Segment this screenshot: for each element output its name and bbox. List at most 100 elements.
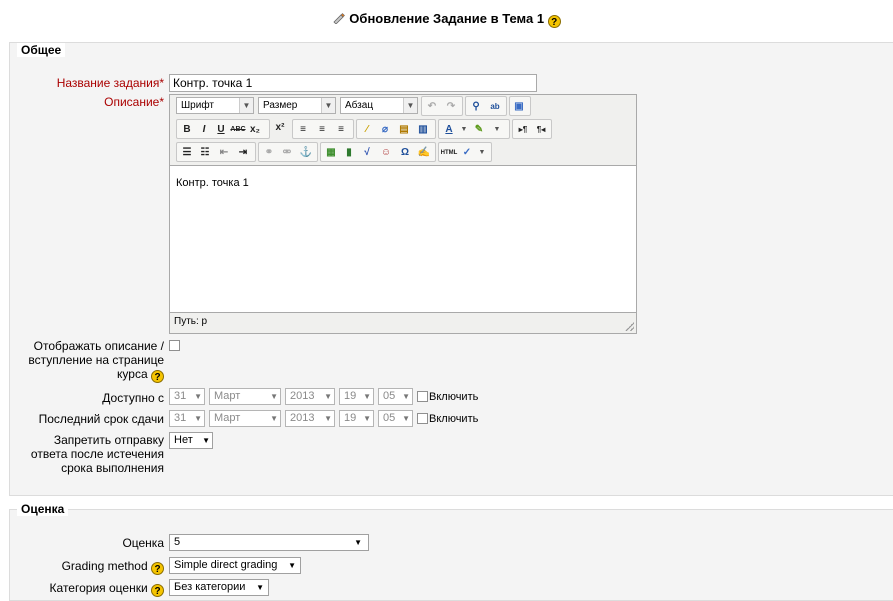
- numbered-list-icon[interactable]: ☷: [197, 145, 213, 161]
- align-right-icon[interactable]: ≡: [333, 122, 349, 138]
- find-icon[interactable]: ⚲: [468, 99, 484, 115]
- media-icon[interactable]: ▮: [341, 145, 357, 161]
- align-left-icon[interactable]: ≡: [295, 122, 311, 138]
- unlink-icon[interactable]: ⚮: [279, 145, 295, 161]
- bullet-list-icon[interactable]: ☰: [179, 145, 195, 161]
- undo-icon[interactable]: ↶: [424, 99, 440, 115]
- insert-group: ▦ ▮ √ ☺ Ω ✍: [320, 142, 436, 162]
- chevron-down-icon[interactable]: ▼: [456, 122, 472, 138]
- paste-word-icon[interactable]: ▥: [415, 122, 431, 138]
- anchor-icon[interactable]: ⚓: [298, 145, 314, 161]
- rich-text-editor: Шрифт ▼ Размер ▼ Абзац ▼ ↶ ↷ ⚲ ab ▣ B I U A…: [169, 94, 637, 334]
- edit-icon: [333, 13, 346, 24]
- text-style-group: B I U ABC x₂: [176, 119, 270, 139]
- prevent-late-label: Запретить отправку ответа после истечени…: [30, 433, 164, 475]
- image-icon[interactable]: ▦: [323, 145, 339, 161]
- prevent-late-select[interactable]: Нет ▼: [169, 432, 213, 449]
- ltr-icon[interactable]: ▸¶: [515, 122, 531, 138]
- replace-icon[interactable]: ab: [487, 99, 503, 115]
- available-day-select[interactable]: 31 ▼: [169, 388, 205, 405]
- nolink-icon[interactable]: ✍: [416, 145, 432, 161]
- available-enable-checkbox[interactable]: [417, 391, 428, 402]
- editor-content-text: Контр. точка 1: [176, 177, 249, 189]
- equation-icon[interactable]: √: [359, 145, 375, 161]
- show-description-label: Отображать описание / вступление на стра…: [28, 339, 164, 383]
- chevron-down-icon[interactable]: ▼: [489, 122, 505, 138]
- page-title: Обновление Задание в Тема 1 ?: [0, 11, 893, 28]
- redo-icon[interactable]: ↷: [443, 99, 459, 115]
- assignment-name-input[interactable]: [169, 74, 537, 92]
- html-group: HTML ✓ ▼: [438, 142, 492, 162]
- alignment-group: ≡ ≡ ≡: [292, 119, 354, 139]
- paste-text-icon[interactable]: ▤: [396, 122, 412, 138]
- available-minute-select[interactable]: 05 ▼: [378, 388, 413, 405]
- link-group: ⚭ ⚮ ⚓: [258, 142, 318, 162]
- html-source-icon[interactable]: HTML: [440, 145, 458, 161]
- outdent-icon[interactable]: ⇤: [216, 145, 232, 161]
- chevron-down-icon: ▼: [239, 98, 253, 113]
- fullscreen-icon[interactable]: ▣: [511, 99, 527, 115]
- due-enable-checkbox[interactable]: [417, 413, 428, 424]
- highlight-color-icon[interactable]: ✎: [471, 122, 487, 138]
- spellcheck-icon[interactable]: ✓: [459, 145, 475, 161]
- chevron-down-icon[interactable]: ▼: [474, 145, 490, 161]
- underline-icon[interactable]: U: [213, 122, 229, 138]
- clipboard-group: ⁄ ⌀ ▤ ▥: [356, 119, 436, 139]
- grade-category-label: Категория оценки ?: [20, 581, 164, 597]
- due-hour-select[interactable]: 19 ▼: [339, 410, 374, 427]
- help-icon[interactable]: ?: [547, 15, 561, 28]
- due-minute-select[interactable]: 05 ▼: [378, 410, 413, 427]
- align-center-icon[interactable]: ≡: [314, 122, 330, 138]
- indent-icon[interactable]: ⇥: [235, 145, 251, 161]
- grade-label: Оценка: [122, 536, 164, 550]
- editor-content-area[interactable]: Контр. точка 1: [170, 165, 636, 313]
- available-enable-label: Включить: [429, 391, 479, 403]
- emoticon-icon[interactable]: ☺: [378, 145, 394, 161]
- link-icon[interactable]: ⚭: [261, 145, 277, 161]
- available-month-select[interactable]: Март ▼: [209, 388, 281, 405]
- subscript-icon[interactable]: x₂: [247, 122, 263, 138]
- undo-redo-group: ↶ ↷: [421, 96, 463, 116]
- rtl-icon[interactable]: ¶◂: [533, 122, 549, 138]
- due-enable-label: Включить: [429, 413, 479, 425]
- available-hour-select[interactable]: 19 ▼: [339, 388, 374, 405]
- due-month-select[interactable]: Март ▼: [209, 410, 281, 427]
- font-family-select[interactable]: Шрифт ▼: [176, 97, 254, 114]
- strikethrough-icon[interactable]: ABC: [230, 122, 246, 138]
- resize-handle-icon[interactable]: [625, 322, 634, 331]
- available-year-select[interactable]: 2013 ▼: [285, 388, 335, 405]
- description-label: Описание*: [104, 95, 164, 109]
- italic-icon[interactable]: I: [196, 122, 212, 138]
- help-icon[interactable]: ?: [151, 562, 164, 575]
- available-from-label: Доступно с: [102, 391, 164, 405]
- superscript-icon[interactable]: x²: [272, 120, 288, 136]
- show-description-checkbox[interactable]: [169, 340, 180, 351]
- assignment-name-label: Название задания*: [56, 76, 164, 90]
- special-char-icon[interactable]: Ω: [397, 145, 413, 161]
- search-group: ⚲ ab: [465, 96, 507, 116]
- chevron-down-icon: ▼: [321, 98, 335, 113]
- clean-icon[interactable]: ⁄: [359, 122, 375, 138]
- direction-group: ▸¶ ¶◂: [512, 119, 552, 139]
- due-date-label: Последний срок сдачи: [38, 412, 164, 426]
- bold-icon[interactable]: B: [179, 122, 195, 138]
- page-title-text: Обновление Задание в Тема 1: [349, 11, 545, 26]
- grading-method-label: Grading method ?: [20, 559, 164, 575]
- grade-select[interactable]: 5 ▼: [169, 534, 369, 551]
- paragraph-format-select[interactable]: Абзац ▼: [340, 97, 418, 114]
- help-icon[interactable]: ?: [151, 370, 164, 383]
- grading-method-select[interactable]: Simple direct grading ▼: [169, 557, 301, 574]
- chevron-down-icon: ▼: [403, 98, 417, 113]
- grading-legend: Оценка: [17, 502, 69, 516]
- eraser-icon[interactable]: ⌀: [377, 122, 393, 138]
- due-day-select[interactable]: 31 ▼: [169, 410, 205, 427]
- general-legend: Общее: [17, 43, 66, 57]
- due-year-select[interactable]: 2013 ▼: [285, 410, 335, 427]
- list-group: ☰ ☷ ⇤ ⇥: [176, 142, 256, 162]
- color-group: A ▼ ✎ ▼: [438, 119, 510, 139]
- editor-path: Путь: p: [174, 316, 208, 327]
- font-size-select[interactable]: Размер ▼: [258, 97, 336, 114]
- fullscreen-group: ▣: [509, 96, 531, 116]
- grade-category-select[interactable]: Без категории ▼: [169, 579, 269, 596]
- text-color-icon[interactable]: A: [441, 122, 457, 138]
